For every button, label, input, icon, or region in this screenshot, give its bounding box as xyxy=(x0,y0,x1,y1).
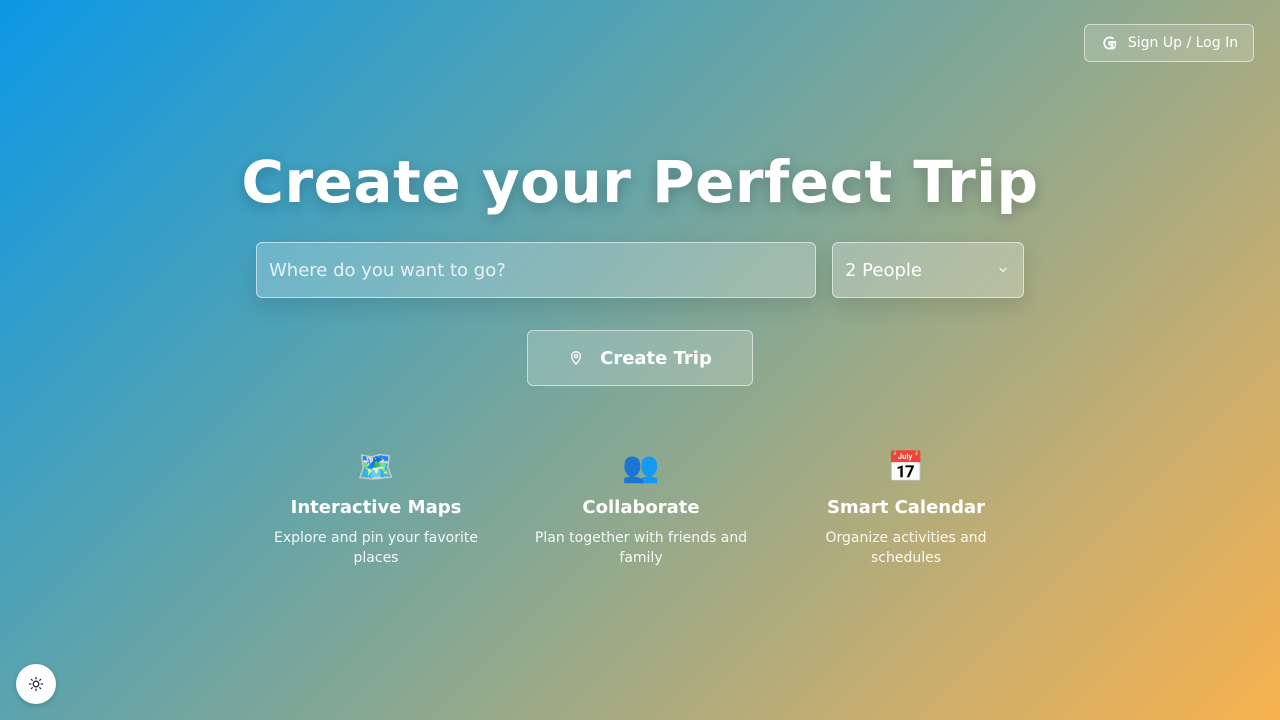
destination-input[interactable] xyxy=(256,242,816,298)
feature-smart-calendar: 📅 Smart Calendar Organize activities and… xyxy=(776,448,1036,568)
features-section: 🗺️ Interactive Maps Explore and pin your… xyxy=(246,448,1036,568)
create-trip-button[interactable]: Create Trip xyxy=(527,330,753,386)
people-icon: 👥 xyxy=(622,450,660,485)
feature-description: Organize activities and schedules xyxy=(825,530,987,566)
theme-toggle-button[interactable] xyxy=(16,664,56,704)
google-icon xyxy=(1100,34,1118,52)
feature-title: Smart Calendar xyxy=(826,497,986,518)
calendar-icon: 📅 xyxy=(887,450,925,485)
feature-title: Interactive Maps xyxy=(290,497,462,518)
feature-collaborate: 👥 Collaborate Plan together with friends… xyxy=(511,448,771,568)
map-pin-icon xyxy=(568,350,584,366)
people-select[interactable]: 2 People xyxy=(832,242,1024,298)
world-map-icon: 🗺️ xyxy=(357,450,395,485)
feature-interactive-maps: 🗺️ Interactive Maps Explore and pin your… xyxy=(246,448,506,568)
chevron-down-icon xyxy=(997,264,1009,276)
feature-title: Collaborate xyxy=(582,497,700,518)
auth-button-label: Sign Up / Log In xyxy=(1127,35,1239,51)
sun-icon xyxy=(28,676,44,692)
page-title: Create your Perfect Trip xyxy=(241,148,1039,216)
people-select-value: 2 People xyxy=(845,259,922,281)
create-trip-label: Create Trip xyxy=(600,347,712,369)
feature-description: Plan together with friends and family xyxy=(534,530,748,566)
feature-description: Explore and pin your favorite places xyxy=(274,530,478,566)
sign-up-login-button[interactable]: Sign Up / Log In xyxy=(1084,24,1254,62)
